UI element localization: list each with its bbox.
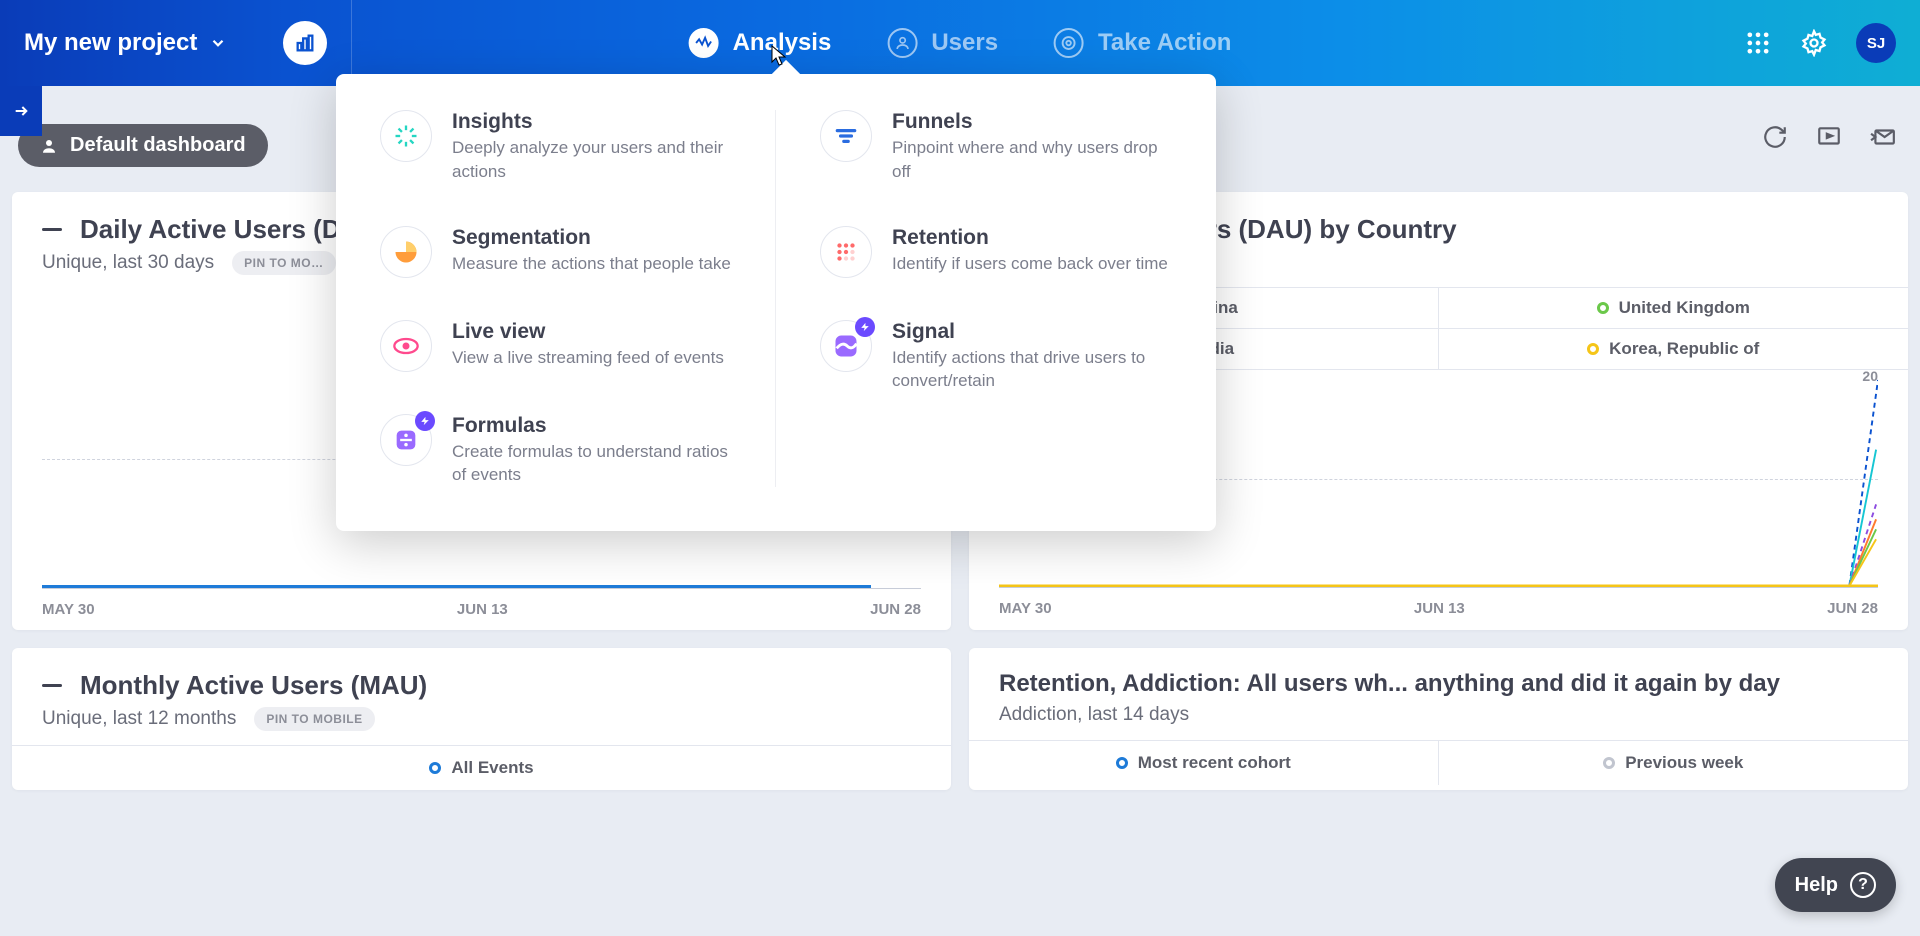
dd-liveview[interactable]: Live viewView a live streaming feed of e… — [380, 320, 731, 372]
lightning-badge — [855, 317, 875, 337]
mau-legend[interactable]: All Events — [12, 745, 951, 790]
liveview-icon — [380, 320, 432, 372]
dashboard-selector-label: Default dashboard — [70, 134, 246, 157]
collapse-icon — [42, 684, 62, 687]
nav-analysis[interactable]: Analysis — [689, 28, 832, 58]
legend-recent-cohort[interactable]: Most recent cohort — [969, 741, 1439, 785]
target-icon — [1054, 28, 1084, 58]
formulas-icon — [380, 414, 432, 466]
help-icon: ? — [1850, 872, 1876, 898]
funnels-icon — [820, 110, 872, 162]
dd-formulas[interactable]: FormulasCreate formulas to understand ra… — [380, 414, 731, 488]
legend-prev-week[interactable]: Previous week — [1439, 741, 1909, 785]
refresh-icon[interactable] — [1762, 124, 1788, 150]
card-mau-sub: Unique, last 12 months — [42, 708, 236, 730]
dashboard-selector[interactable]: Default dashboard — [18, 124, 268, 167]
dd-funnels[interactable]: FunnelsPinpoint where and why users drop… — [820, 110, 1172, 184]
user-avatar[interactable]: SJ — [1856, 23, 1896, 63]
present-icon[interactable] — [1816, 124, 1842, 150]
retention-legend: Most recent cohort Previous week — [969, 740, 1908, 785]
card-retention-title[interactable]: Retention, Addiction: All users wh... an… — [999, 670, 1878, 698]
person-icon — [40, 137, 58, 155]
card-dau-sub: Unique, last 30 days — [42, 252, 214, 274]
collapse-icon — [42, 228, 62, 231]
project-switcher[interactable]: My new project — [24, 29, 227, 57]
dau-line — [42, 585, 871, 588]
dau-country-x-axis: MAY 30 JUN 13 JUN 28 — [969, 588, 1908, 629]
help-button[interactable]: Help ? — [1775, 858, 1896, 912]
chevron-down-icon — [209, 34, 227, 52]
dd-signal[interactable]: SignalIdentify actions that drive users … — [820, 320, 1172, 394]
gear-icon[interactable] — [1800, 29, 1828, 57]
analysis-dropdown: InsightsDeeply analyze your users and th… — [336, 74, 1216, 531]
nav-users-label: Users — [931, 29, 998, 57]
users-icon — [887, 28, 917, 58]
insights-icon — [380, 110, 432, 162]
retention-icon — [820, 226, 872, 278]
segmentation-icon — [380, 226, 432, 278]
card-mau-title[interactable]: Monthly Active Users (MAU) — [42, 670, 921, 701]
nav-take-action-label: Take Action — [1098, 29, 1231, 57]
header-actions: SJ — [1744, 23, 1896, 63]
pin-badge[interactable]: PIN TO MO… — [232, 251, 335, 275]
card-retention: Retention, Addiction: All users wh... an… — [969, 648, 1908, 790]
dau-x-axis: MAY 30 JUN 13 JUN 28 — [12, 589, 951, 630]
card-retention-sub: Addiction, last 14 days — [999, 704, 1189, 726]
help-label: Help — [1795, 874, 1838, 897]
dd-segmentation[interactable]: SegmentationMeasure the actions that peo… — [380, 226, 731, 278]
nav-take-action[interactable]: Take Action — [1054, 28, 1231, 58]
signal-icon — [820, 320, 872, 372]
card-mau: Monthly Active Users (MAU) Unique, last … — [12, 648, 951, 790]
dd-retention[interactable]: RetentionIdentify if users come back ove… — [820, 226, 1172, 278]
nav-users[interactable]: Users — [887, 28, 998, 58]
apps-grid-icon[interactable] — [1744, 29, 1772, 57]
pin-badge[interactable]: PIN TO MOBILE — [254, 707, 374, 731]
project-name: My new project — [24, 29, 197, 57]
analysis-icon — [689, 28, 719, 58]
dd-insights[interactable]: InsightsDeeply analyze your users and th… — [380, 110, 731, 184]
sidebar-expand-tab[interactable] — [0, 86, 42, 136]
legend-korea[interactable]: Korea, Republic of — [1439, 329, 1909, 370]
toolbar-right — [1762, 110, 1896, 150]
lightning-badge — [415, 411, 435, 431]
legend-uk[interactable]: United Kingdom — [1439, 288, 1909, 329]
nav-analysis-label: Analysis — [733, 29, 832, 57]
app-logo[interactable] — [283, 21, 327, 65]
email-icon[interactable] — [1870, 124, 1896, 150]
